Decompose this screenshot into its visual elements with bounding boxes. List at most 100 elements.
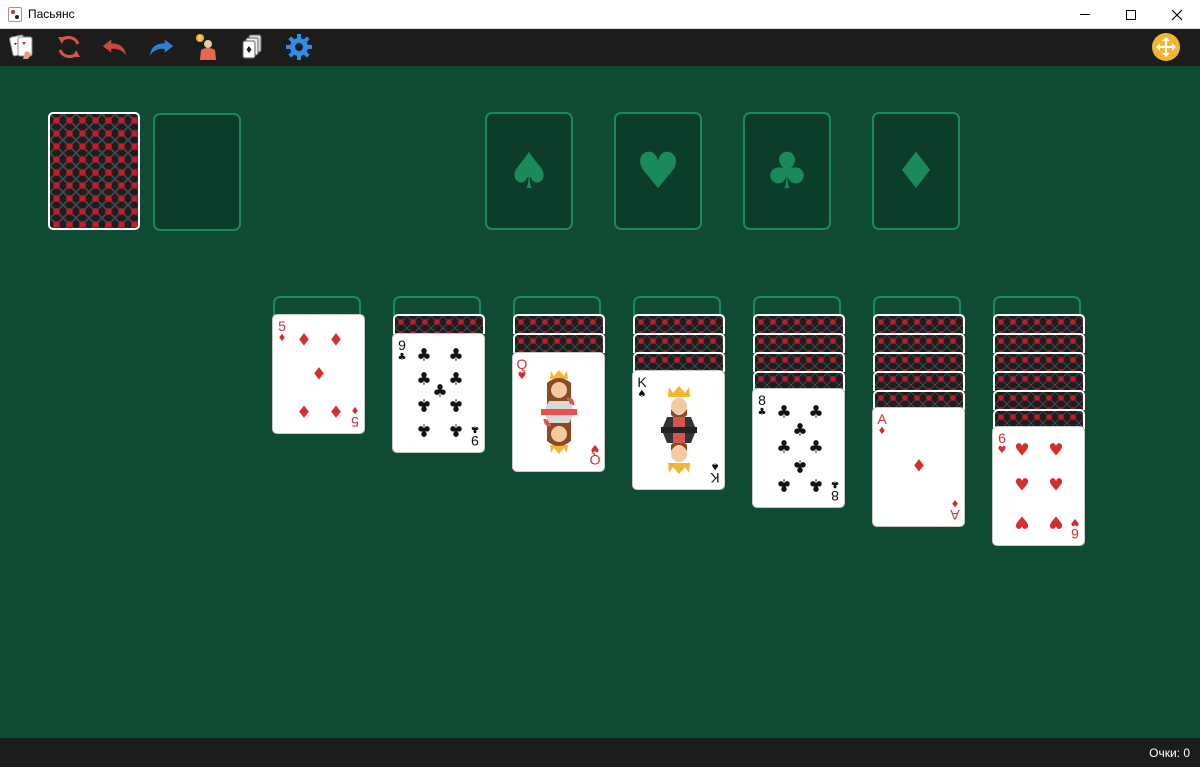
club-pip-icon: ♣ [776, 437, 792, 458]
face-down-card [993, 352, 1085, 372]
status-bar: Очки: 0 [0, 738, 1200, 767]
deck-icon [242, 34, 262, 59]
diamond-pip-icon: ♦ [911, 456, 927, 477]
card-ace-diamonds[interactable]: A ♦ A ♦ ♦ [872, 407, 965, 527]
move-window-button[interactable] [1151, 32, 1181, 62]
diamond-pip-icon: ♦ [296, 400, 312, 421]
face-down-card [633, 314, 725, 334]
face-down-card [513, 314, 605, 334]
heart-pip-icon: ♥ [1014, 511, 1030, 532]
face-down-card [753, 314, 845, 334]
card-corner: 5 ♦ [350, 404, 360, 430]
foundation-hearts[interactable]: ♥ [614, 112, 702, 230]
card-corner: Q ♥ [589, 442, 601, 468]
diamond-pip-icon: ♦ [296, 330, 312, 351]
face-down-card [633, 352, 725, 372]
club-pip-icon: ♣ [416, 369, 432, 390]
face-down-card [753, 352, 845, 372]
card-corner: 9 ♣ [397, 337, 407, 363]
card-6-hearts[interactable]: 6 ♥ 6 ♥ ♥ ♥ ♥ ♥ ♥ ♥ [992, 426, 1085, 546]
close-icon [1171, 9, 1183, 20]
club-pip-icon: ♣ [792, 420, 808, 441]
cards-hand-icon [9, 34, 33, 59]
hint-button[interactable]: ! [192, 32, 222, 62]
toolbar: ! [0, 29, 1200, 66]
card-queen-hearts[interactable]: Q ♥ Q ♥ [512, 352, 605, 472]
club-pip-icon: ♣ [776, 402, 792, 423]
foundation-spades[interactable]: ♠ [485, 112, 573, 230]
heart-pip-icon: ♥ [1048, 440, 1064, 461]
maximize-button[interactable] [1108, 0, 1154, 29]
stock-pile[interactable] [48, 112, 140, 230]
restart-button[interactable] [54, 32, 84, 62]
heart-pip-icon: ♥ [1048, 511, 1064, 532]
undo-icon [102, 39, 127, 56]
face-down-card [873, 371, 965, 391]
card-corner: 8 ♣ [757, 392, 767, 418]
face-down-card [993, 371, 1085, 391]
club-pip-icon: ♣ [808, 474, 824, 495]
card-corner: 5 ♦ [277, 318, 287, 344]
club-pip-icon: ♣ [448, 369, 464, 390]
club-pip-icon: ♣ [416, 419, 432, 440]
face-down-card [753, 333, 845, 353]
foundation-clubs[interactable]: ♣ [743, 112, 831, 230]
diamond-pip-icon: ♦ [328, 330, 344, 351]
diamond-pip-icon: ♦ [328, 400, 344, 421]
face-down-card [393, 314, 485, 334]
card-king-spades[interactable]: K ♠ K ♠ [632, 370, 725, 490]
redo-icon [149, 39, 174, 56]
club-pip-icon: ♣ [792, 455, 808, 476]
spade-icon: ♠ [506, 142, 552, 200]
club-pip-icon: ♣ [808, 437, 824, 458]
card-8-clubs[interactable]: 8 ♣ 8 ♣ ♣ ♣ ♣ ♣ ♣ ♣ ♣ ♣ [752, 388, 845, 508]
deck-button[interactable] [238, 32, 268, 62]
waste-pile-empty [153, 113, 241, 231]
club-pip-icon: ♣ [808, 402, 824, 423]
queen-portrait [541, 370, 577, 454]
card-corner: A ♦ [950, 497, 960, 523]
face-down-card [993, 390, 1085, 410]
undo-button[interactable] [100, 32, 130, 62]
heart-icon: ♥ [635, 142, 681, 200]
card-corner: K ♠ [637, 374, 647, 400]
face-down-card [993, 314, 1085, 334]
card-corner: 8 ♣ [830, 478, 840, 504]
face-down-card [633, 333, 725, 353]
club-pip-icon: ♣ [776, 474, 792, 495]
redo-button[interactable] [146, 32, 176, 62]
card-corner: A ♦ [877, 411, 887, 437]
face-down-card [873, 333, 965, 353]
minimize-icon [1080, 14, 1090, 15]
settings-button[interactable] [284, 32, 314, 62]
heart-pip-icon: ♥ [1014, 475, 1030, 496]
svg-text:!: ! [199, 35, 202, 43]
face-down-card [873, 314, 965, 334]
club-pip-icon: ♣ [416, 345, 432, 366]
new-game-button[interactable] [8, 32, 38, 62]
club-pip-icon: ♣ [416, 394, 432, 415]
face-down-card [873, 352, 965, 372]
face-down-card [513, 333, 605, 353]
gear-icon [286, 34, 312, 60]
club-pip-icon: ♣ [432, 381, 448, 402]
diamond-icon: ♦ [893, 142, 939, 200]
refresh-icon [58, 36, 80, 58]
card-9-clubs[interactable]: 9 ♣ 9 ♣ ♣ ♣ ♣ ♣ ♣ ♣ ♣ ♣ ♣ [392, 333, 485, 453]
foundation-diamonds[interactable]: ♦ [872, 112, 960, 230]
king-portrait [661, 386, 697, 474]
close-button[interactable] [1154, 0, 1200, 29]
minimize-button[interactable] [1062, 0, 1108, 29]
maximize-icon [1126, 9, 1136, 20]
heart-pip-icon: ♥ [1048, 475, 1064, 496]
card-corner: 9 ♣ [470, 423, 480, 449]
card-5-diamonds[interactable]: 5 ♦ 5 ♦ ♦ ♦ ♦ ♦ ♦ [272, 314, 365, 434]
diamond-pip-icon: ♦ [311, 364, 327, 385]
card-corner: K ♠ [710, 460, 720, 486]
title-bar: Пасьянс [0, 0, 1200, 29]
card-corner: 6 ♥ [1070, 516, 1080, 542]
move-arrows-icon [1152, 33, 1180, 61]
score-label: Очки: 0 [1149, 746, 1190, 760]
club-pip-icon: ♣ [448, 345, 464, 366]
club-icon: ♣ [764, 142, 810, 200]
